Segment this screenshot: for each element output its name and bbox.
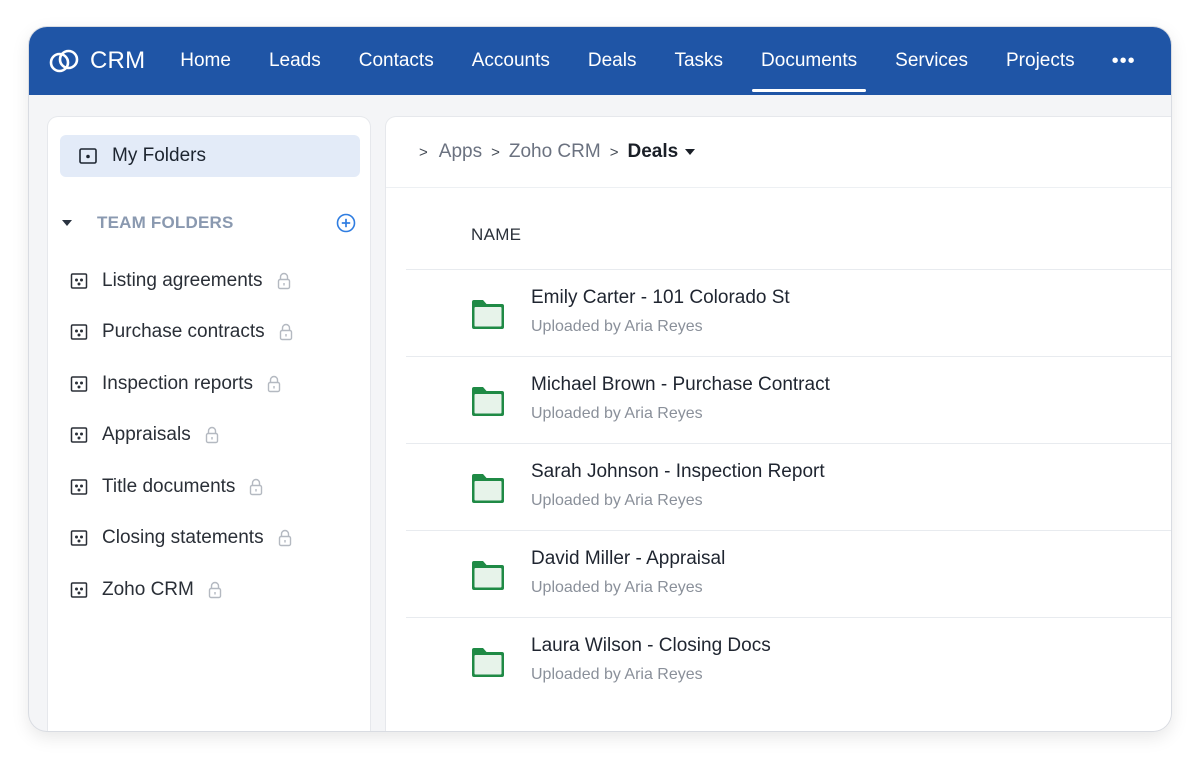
lock-icon bbox=[208, 581, 222, 599]
team-folder-list: Listing agreements Purchase contracts In bbox=[48, 255, 370, 616]
team-folder-zoho-crm[interactable]: Zoho CRM bbox=[48, 564, 370, 616]
app-window: CRM Home Leads Contacts Accounts Deals T… bbox=[29, 27, 1171, 731]
folder-icon bbox=[470, 558, 506, 592]
item-subtitle: Uploaded by Aria Reyes bbox=[531, 318, 703, 335]
nav-home[interactable]: Home bbox=[161, 27, 250, 95]
breadcrumb: > Apps > Zoho CRM > Deals bbox=[419, 139, 696, 165]
item-subtitle: Uploaded by Aria Reyes bbox=[531, 492, 703, 509]
more-horizontal-icon: ••• bbox=[1111, 49, 1136, 72]
my-folders-label: My Folders bbox=[112, 145, 206, 166]
team-folders-label: TEAM FOLDERS bbox=[97, 213, 234, 232]
team-folder-label: Listing agreements bbox=[102, 269, 263, 291]
chevron-right-icon: > bbox=[609, 143, 619, 161]
nav-documents[interactable]: Documents bbox=[742, 27, 876, 95]
chevron-right-icon: > bbox=[419, 143, 428, 161]
team-folder-icon bbox=[70, 529, 88, 547]
collapse-caret-icon[interactable] bbox=[62, 220, 72, 226]
brand[interactable]: CRM bbox=[48, 45, 145, 77]
list-item[interactable]: Sarah Johnson - Inspection Report Upload… bbox=[406, 443, 1171, 530]
sidebar: My Folders TEAM FOLDERS Listing agreemen… bbox=[48, 117, 370, 731]
team-folder-inspection-reports[interactable]: Inspection reports bbox=[48, 358, 370, 410]
nav-projects[interactable]: Projects bbox=[987, 27, 1094, 95]
team-folder-appraisals[interactable]: Appraisals bbox=[48, 410, 370, 462]
team-folder-icon bbox=[70, 478, 88, 496]
team-folder-label: Appraisals bbox=[102, 424, 191, 446]
item-title: David Miller - Appraisal bbox=[531, 548, 726, 569]
lock-icon bbox=[267, 375, 281, 393]
chevron-right-icon: > bbox=[491, 143, 500, 161]
column-header-name[interactable]: NAME bbox=[471, 225, 521, 245]
divider bbox=[386, 187, 1171, 188]
lock-icon bbox=[277, 272, 291, 290]
team-folder-listing-agreements[interactable]: Listing agreements bbox=[48, 255, 370, 307]
folder-icon bbox=[470, 384, 506, 418]
crm-logo-icon bbox=[48, 45, 80, 77]
list-item[interactable]: Michael Brown - Purchase Contract Upload… bbox=[406, 356, 1171, 443]
breadcrumb-zoho-crm[interactable]: Zoho CRM bbox=[509, 141, 601, 163]
breadcrumb-apps[interactable]: Apps bbox=[439, 141, 482, 163]
breadcrumb-current[interactable]: Deals bbox=[627, 141, 678, 163]
folder-icon bbox=[470, 645, 506, 679]
team-folder-purchase-contracts[interactable]: Purchase contracts bbox=[48, 307, 370, 359]
document-list: Emily Carter - 101 Colorado St Uploaded … bbox=[406, 269, 1171, 704]
team-folders-header: TEAM FOLDERS bbox=[60, 209, 356, 237]
item-subtitle: Uploaded by Aria Reyes bbox=[531, 405, 703, 422]
item-subtitle: Uploaded by Aria Reyes bbox=[531, 579, 703, 596]
team-folder-icon bbox=[70, 272, 88, 290]
team-folder-label: Closing statements bbox=[102, 527, 264, 549]
item-title: Laura Wilson - Closing Docs bbox=[531, 635, 771, 656]
nav-contacts[interactable]: Contacts bbox=[340, 27, 453, 95]
item-title: Michael Brown - Purchase Contract bbox=[531, 374, 830, 395]
list-item[interactable]: Laura Wilson - Closing Docs Uploaded by … bbox=[406, 617, 1171, 704]
nav-accounts[interactable]: Accounts bbox=[453, 27, 569, 95]
list-item[interactable]: Emily Carter - 101 Colorado St Uploaded … bbox=[406, 269, 1171, 356]
nav-tasks[interactable]: Tasks bbox=[655, 27, 742, 95]
team-folder-label: Zoho CRM bbox=[102, 578, 194, 600]
my-folders-item[interactable]: My Folders bbox=[60, 135, 360, 177]
plus-circle-icon[interactable] bbox=[336, 213, 356, 233]
lock-icon bbox=[279, 323, 293, 341]
team-folder-closing-statements[interactable]: Closing statements bbox=[48, 513, 370, 565]
top-nav-bar: CRM Home Leads Contacts Accounts Deals T… bbox=[29, 27, 1171, 95]
folder-icon bbox=[470, 471, 506, 505]
team-folder-icon bbox=[70, 426, 88, 444]
team-folder-label: Inspection reports bbox=[102, 372, 254, 394]
chevron-down-icon[interactable] bbox=[685, 149, 696, 155]
folder-icon bbox=[470, 297, 506, 331]
main-panel: > Apps > Zoho CRM > Deals NAME Emily Car… bbox=[386, 117, 1171, 731]
nav-deals[interactable]: Deals bbox=[569, 27, 656, 95]
team-folder-icon bbox=[70, 581, 88, 599]
more-menu-button[interactable]: ••• bbox=[1094, 27, 1154, 95]
lock-icon bbox=[249, 478, 263, 496]
item-title: Sarah Johnson - Inspection Report bbox=[531, 461, 825, 482]
brand-name: CRM bbox=[90, 47, 146, 74]
folder-icon bbox=[78, 146, 98, 166]
team-folder-label: Title documents bbox=[102, 475, 236, 497]
nav-services[interactable]: Services bbox=[876, 27, 987, 95]
lock-icon bbox=[205, 426, 219, 444]
item-title: Emily Carter - 101 Colorado St bbox=[531, 287, 790, 308]
nav-leads[interactable]: Leads bbox=[250, 27, 340, 95]
team-folder-label: Purchase contracts bbox=[102, 321, 265, 343]
team-folder-icon bbox=[70, 375, 88, 393]
team-folder-icon bbox=[70, 323, 88, 341]
team-folder-title-documents[interactable]: Title documents bbox=[48, 461, 370, 513]
lock-icon bbox=[278, 529, 292, 547]
item-subtitle: Uploaded by Aria Reyes bbox=[531, 666, 703, 683]
list-item[interactable]: David Miller - Appraisal Uploaded by Ari… bbox=[406, 530, 1171, 617]
